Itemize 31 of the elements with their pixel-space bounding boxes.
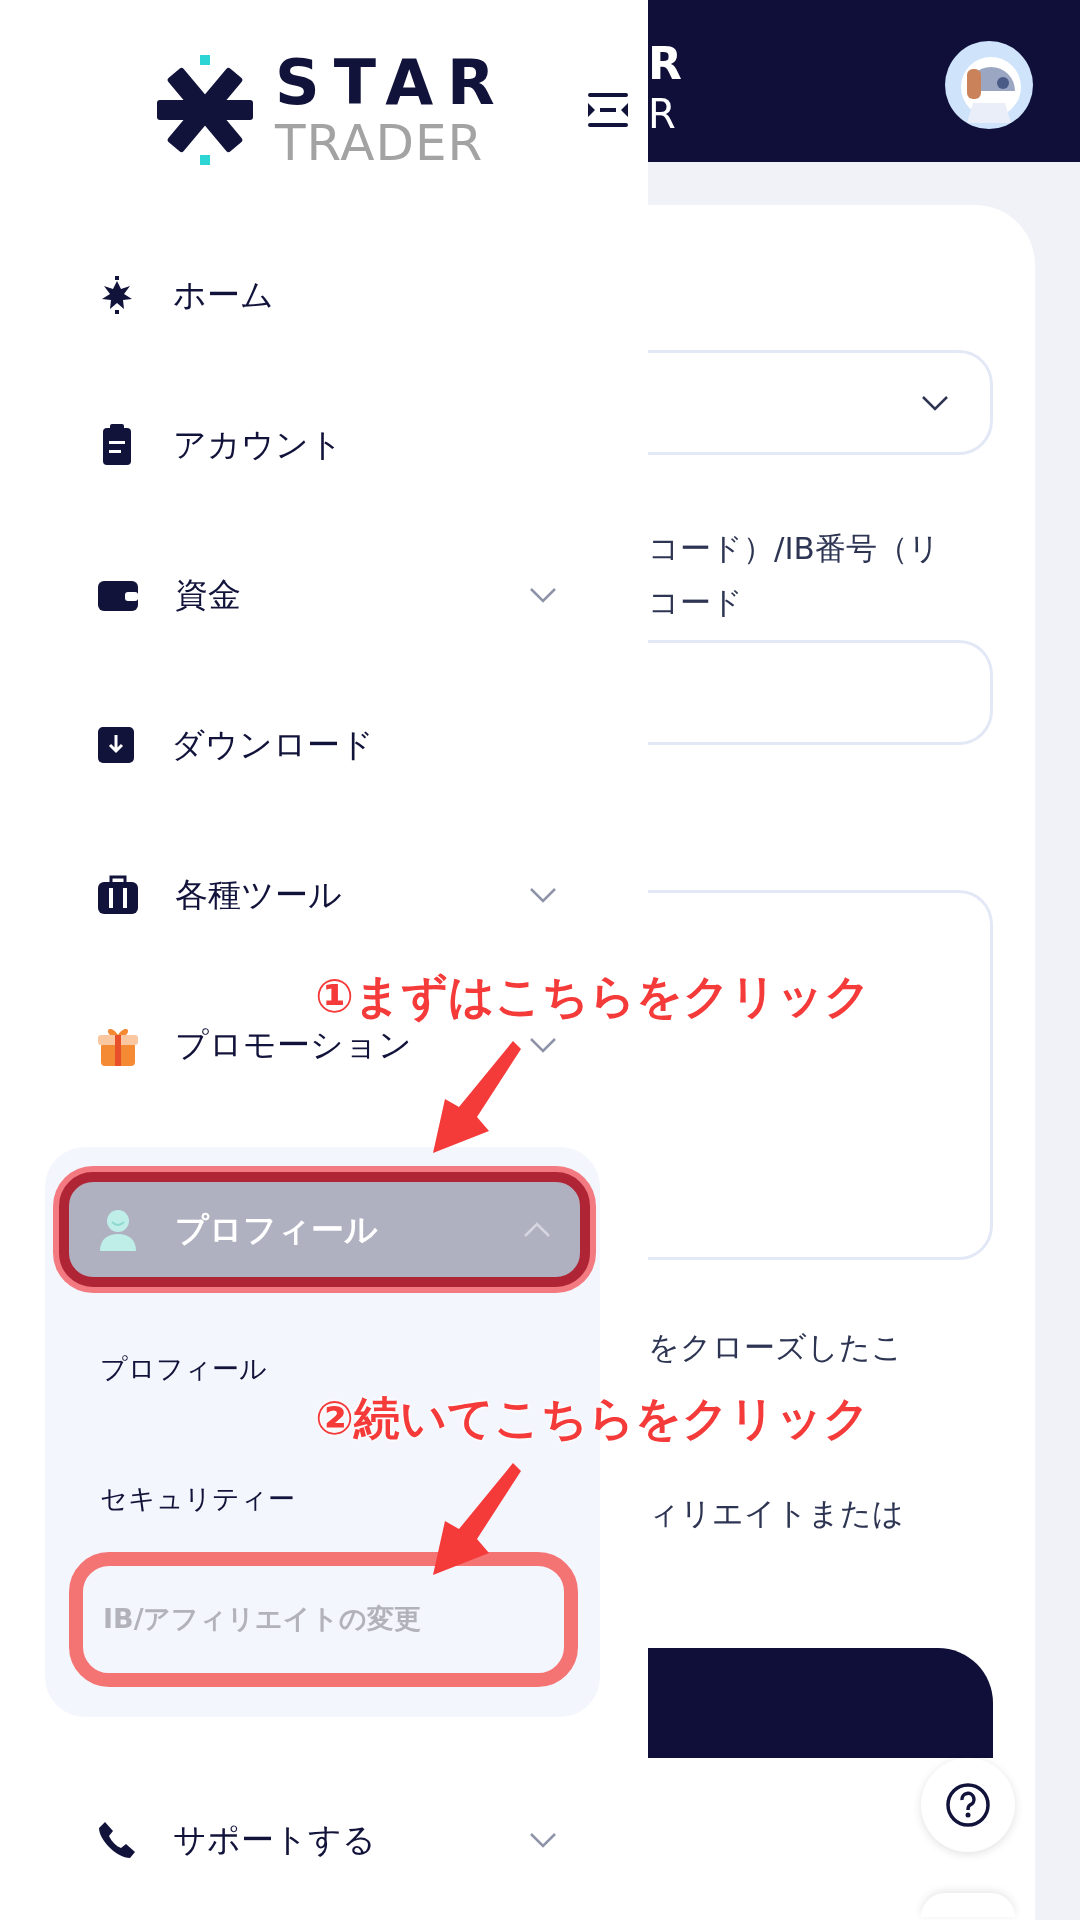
- chevron-icon: [528, 886, 558, 904]
- suitcase-icon: [97, 874, 139, 916]
- chevron-icon: [528, 586, 558, 604]
- input-field[interactable]: [648, 639, 993, 745]
- person-icon: [97, 1207, 139, 1252]
- submenu-item[interactable]: セキュリティー: [45, 1474, 600, 1524]
- menu-item[interactable]: ダウンロード: [0, 718, 648, 772]
- chevron-icon: [528, 1036, 558, 1054]
- field-label: コード: [648, 583, 743, 623]
- logo-text: R: [648, 94, 677, 134]
- note-text: ィリエイトまたは: [648, 1493, 904, 1533]
- logo-text: TRADER: [275, 118, 485, 168]
- menu-item[interactable]: サポートする: [0, 1813, 648, 1867]
- chevron-icon: [920, 393, 950, 412]
- note-text: をクローズしたこ: [648, 1327, 903, 1367]
- menu-item[interactable]: 各種ツール: [0, 868, 648, 922]
- download-icon: [97, 726, 135, 764]
- dropdown-field[interactable]: [648, 350, 993, 455]
- menu-item[interactable]: アカウント: [0, 418, 648, 472]
- menu-item[interactable]: ホーム: [0, 268, 648, 322]
- help-icon: [945, 1782, 991, 1828]
- logo-text: R: [648, 42, 682, 86]
- avatar-icon[interactable]: [945, 41, 1033, 129]
- chevron-icon: [522, 1220, 552, 1239]
- field-label: コード）/IB番号（リ: [648, 529, 940, 568]
- annotation-text: ①まずはこちらをクリック: [315, 968, 871, 1025]
- phone-icon: [97, 1820, 137, 1860]
- menu-item[interactable]: 資金: [0, 568, 648, 622]
- chevron-icon: [528, 1831, 558, 1849]
- logo-mark-icon: [155, 55, 255, 165]
- logo-text: STAR: [275, 52, 509, 114]
